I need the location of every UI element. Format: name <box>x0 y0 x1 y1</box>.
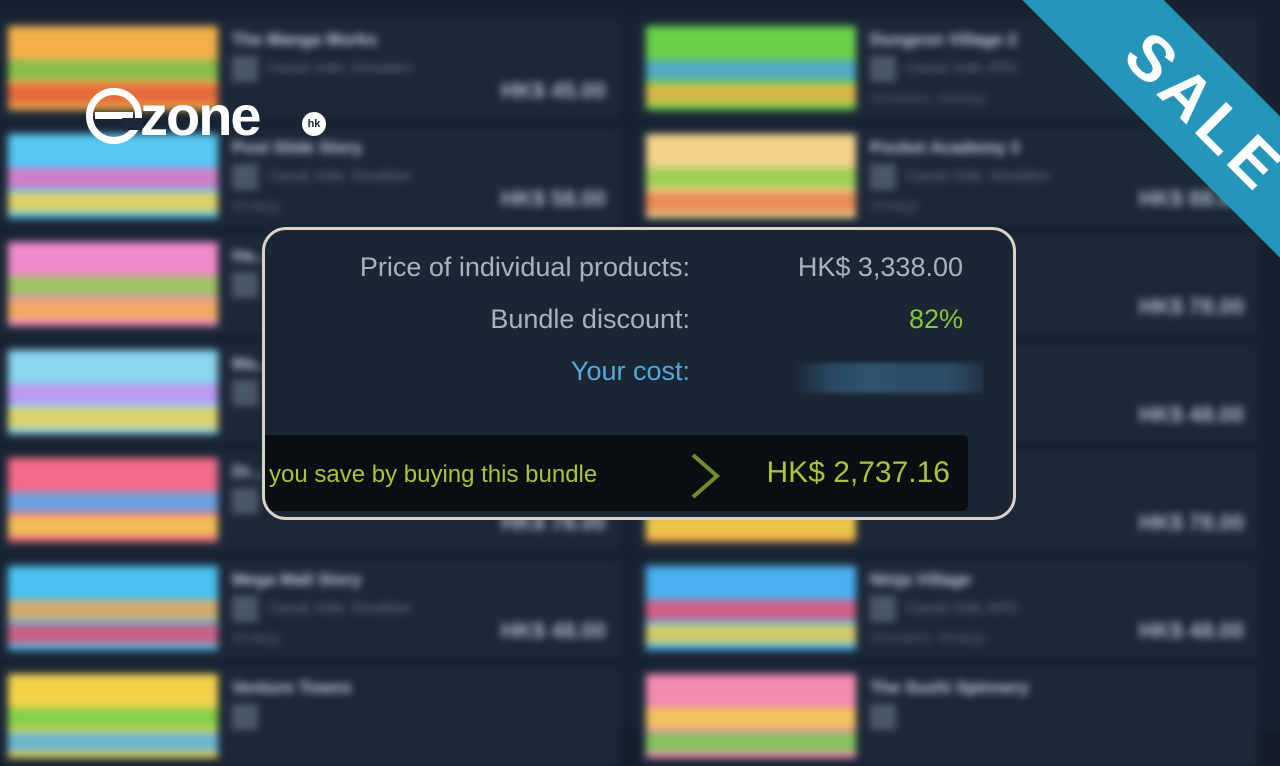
chevron-right-icon <box>691 453 721 499</box>
store-item-price: HK$ 45.00 <box>500 78 606 103</box>
individual-price-label: Price of individual products: <box>359 252 690 282</box>
store-item[interactable]: Ninja Village Casual, Indie, RPG Simulatio… <box>638 560 1258 658</box>
store-item-tags: Casual, Indie, RPG <box>906 600 1018 615</box>
your-cost-redacted <box>797 363 983 393</box>
platform-icon <box>232 164 258 190</box>
store-item-title: Venture Towns <box>232 678 352 697</box>
your-cost-label: Your cost: <box>570 356 690 386</box>
store-item-title: Dr... <box>232 462 265 481</box>
store-item-tags: Casual, Indie, Simulation <box>268 168 412 183</box>
store-item-tags-secondary: Strategy <box>232 198 281 213</box>
store-item-title: The Manga Works <box>232 30 378 49</box>
platform-icon <box>232 596 258 622</box>
store-item[interactable]: The Sushi Spinnery <box>638 668 1258 766</box>
store-item-thumbnail <box>646 134 856 218</box>
store-item-thumbnail <box>8 350 218 434</box>
store-item-title: Dungeon Village 2 <box>870 30 1018 49</box>
store-item-tags-secondary: Simulation, Strategy <box>870 90 987 105</box>
store-item-price: HK$ 78.00 <box>1138 510 1244 535</box>
store-item-title: The Sushi Spinnery <box>870 678 1029 697</box>
store-item-thumbnail <box>8 242 218 326</box>
platform-icon <box>232 380 258 406</box>
savings-bar: you save by buying this bundle HK$ 2,737… <box>265 435 968 511</box>
store-item-price: HK$ 48.00 <box>1138 618 1244 643</box>
bundle-discount-value: 82% <box>908 304 963 334</box>
store-item-tags: Casual, Indie, Simulation <box>268 60 412 75</box>
store-item-thumbnail <box>646 674 856 758</box>
store-item-title: Pocket Academy 3 <box>870 138 1020 157</box>
individual-price-value: HK$ 3,338.00 <box>797 252 963 282</box>
store-item-tags: Casual, Indie, RPG <box>906 60 1018 75</box>
ezone-logo: zone hk <box>86 82 336 162</box>
store-item-title: Mega Mall Story <box>232 570 362 589</box>
store-item-thumbnail <box>8 674 218 758</box>
store-item-price: HK$ 48.00 <box>500 618 606 643</box>
store-item-price: HK$ 58.00 <box>500 186 606 211</box>
platform-icon <box>232 704 258 730</box>
logo-hk-badge: hk <box>302 112 326 136</box>
platform-icon <box>232 272 258 298</box>
platform-icon <box>232 56 258 82</box>
store-item-tags-secondary: Strategy <box>870 198 919 213</box>
savings-amount: HK$ 2,737.16 <box>766 456 950 489</box>
store-item-price: HK$ 78.00 <box>1138 294 1244 319</box>
store-item-title: Ninja Village <box>870 570 971 589</box>
platform-icon <box>870 596 896 622</box>
bundle-discount-label: Bundle discount: <box>490 304 690 334</box>
platform-icon <box>870 704 896 730</box>
savings-text: you save by buying this bundle <box>269 461 598 488</box>
store-item-tags-secondary: Simulation, Strategy <box>870 630 987 645</box>
store-item[interactable]: Venture Towns <box>0 668 620 766</box>
platform-icon <box>870 56 896 82</box>
store-item-price: HK$ 48.00 <box>1138 402 1244 427</box>
store-item-tags: Casual, Indie, Simulation <box>906 168 1050 183</box>
platform-icon <box>232 488 258 514</box>
store-item-thumbnail <box>646 566 856 650</box>
store-item[interactable]: Mega Mall Story Casual, Indie, Simulation… <box>0 560 620 658</box>
store-item-thumbnail <box>8 458 218 542</box>
store-item-thumbnail <box>646 26 856 110</box>
store-item-tags: Casual, Indie, Simulation <box>268 600 412 615</box>
store-item-thumbnail <box>8 566 218 650</box>
bundle-price-panel: Price of individual products: HK$ 3,338.… <box>262 227 1016 520</box>
logo-wordmark: zone <box>140 84 262 147</box>
platform-icon <box>870 164 896 190</box>
store-item-tags-secondary: Strategy <box>232 630 281 645</box>
